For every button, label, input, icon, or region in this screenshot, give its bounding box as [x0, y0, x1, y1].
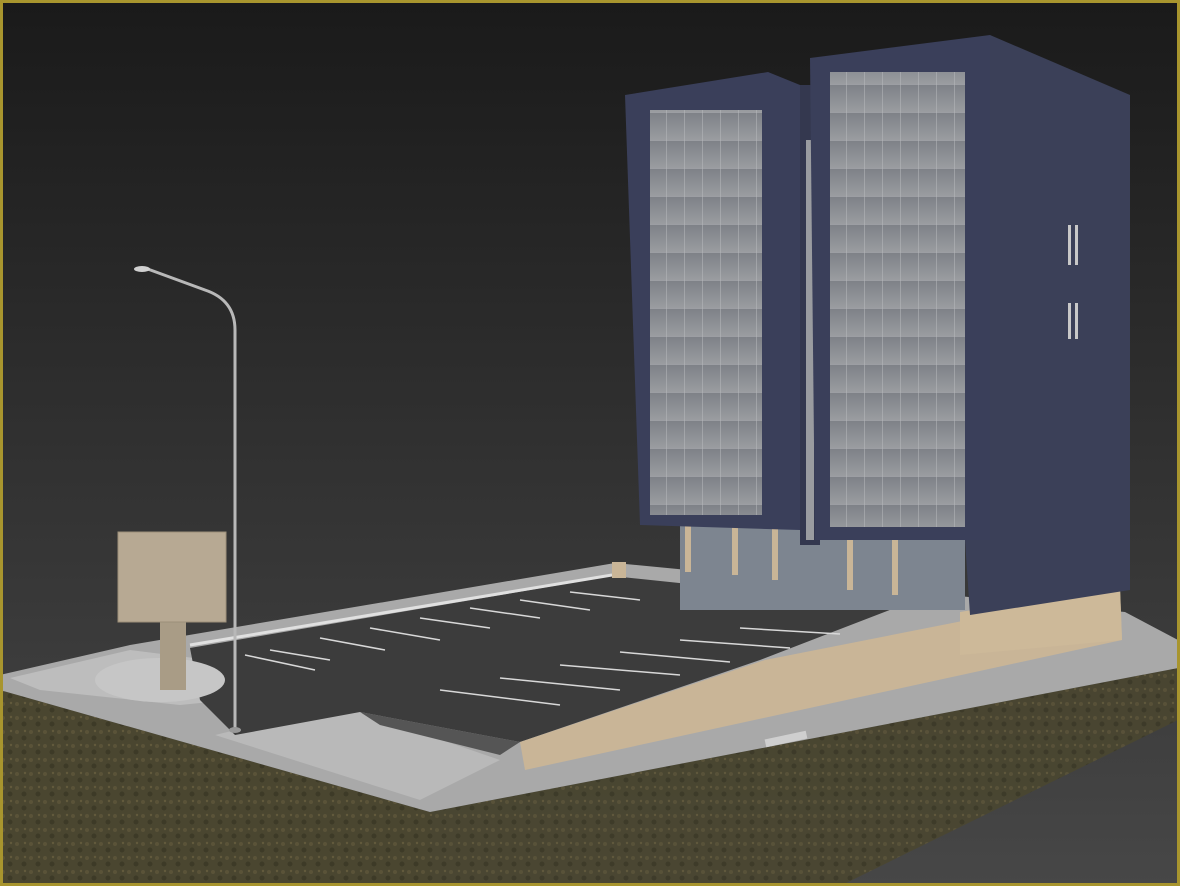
left-tower-glass	[650, 110, 762, 515]
3d-viewport[interactable]	[0, 0, 1180, 886]
right-tower-glass	[830, 72, 965, 527]
office-building	[625, 35, 1130, 615]
scene-render	[3, 3, 1177, 883]
bollard	[612, 562, 626, 578]
